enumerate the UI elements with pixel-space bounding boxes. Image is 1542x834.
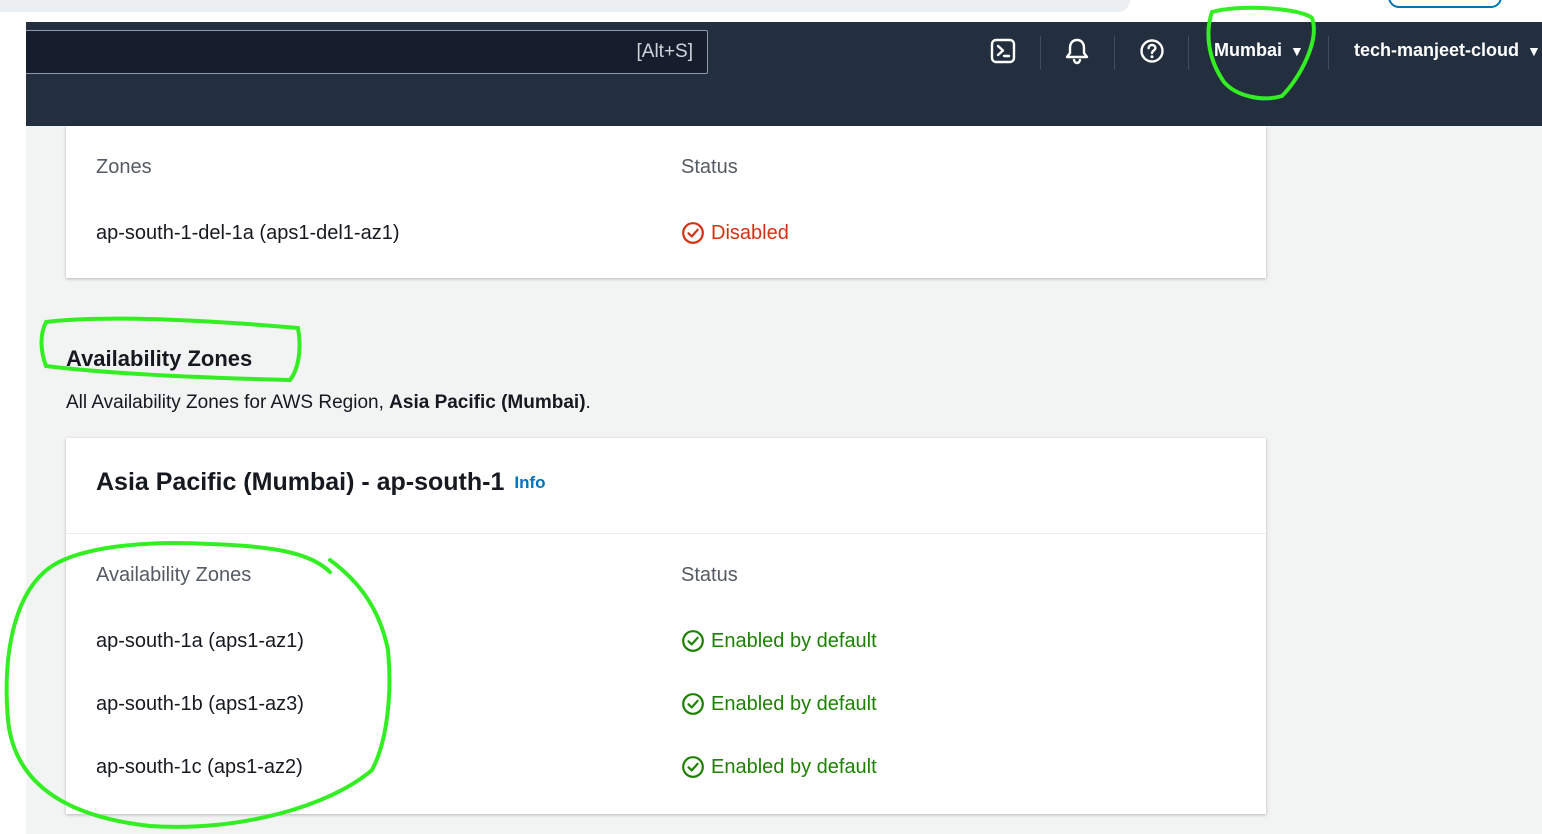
- account-menu[interactable]: tech-manjeet-cloud ▼: [1354, 40, 1541, 61]
- status-badge: Enabled by default: [681, 692, 877, 716]
- column-header-zones: Zones: [96, 156, 152, 178]
- caret-down-icon: ▼: [1527, 42, 1541, 59]
- local-zones-panel: Zones Status ap-south-1-del-1a (aps1-del…: [66, 126, 1266, 278]
- section-description: All Availability Zones for AWS Region, A…: [66, 392, 591, 413]
- search-input[interactable]: [Alt+S]: [26, 30, 708, 74]
- status-text: Enabled by default: [711, 755, 877, 778]
- status-disabled-icon: [682, 222, 704, 244]
- status-text: Disabled: [711, 221, 789, 244]
- cloudshell-icon[interactable]: [988, 36, 1018, 66]
- status-badge: Disabled: [681, 221, 789, 245]
- panel-title: Asia Pacific (Mumbai) - ap-south-1 Info: [96, 468, 546, 496]
- browser-profile-button[interactable]: [1388, 0, 1502, 8]
- status-enabled-icon: [682, 756, 704, 778]
- column-header-status: Status: [681, 156, 738, 178]
- panel-header: Asia Pacific (Mumbai) - ap-south-1 Info: [66, 438, 1266, 534]
- column-header-status: Status: [681, 564, 738, 586]
- zone-name: ap-south-1-del-1a (aps1-del1-az1): [96, 222, 400, 244]
- browser-address-bar[interactable]: [0, 0, 1130, 12]
- bell-icon[interactable]: [1062, 36, 1092, 66]
- caret-down-icon: ▼: [1290, 42, 1304, 59]
- column-header-availability-zones: Availability Zones: [96, 564, 252, 586]
- search-shortcut-hint: [Alt+S]: [636, 41, 694, 62]
- nav-divider: [1040, 36, 1041, 70]
- left-gutter: [0, 22, 26, 834]
- zone-name: ap-south-1a (aps1-az1): [96, 630, 304, 652]
- status-text: Enabled by default: [711, 629, 877, 652]
- info-link[interactable]: Info: [514, 473, 545, 492]
- nav-divider: [1328, 36, 1329, 70]
- zone-name: ap-south-1c (aps1-az2): [96, 756, 303, 778]
- section-title: Availability Zones: [66, 346, 253, 371]
- region-selector[interactable]: Mumbai ▼: [1214, 40, 1304, 61]
- status-enabled-icon: [682, 630, 704, 652]
- region-name: Asia Pacific (Mumbai): [389, 392, 586, 413]
- nav-divider: [1188, 36, 1189, 70]
- aws-top-navigation: [Alt+S] Mumbai ▼ tech-manjeet-cloud ▼: [26, 22, 1542, 126]
- zone-name: ap-south-1b (aps1-az3): [96, 693, 304, 715]
- browser-chrome-strip: [0, 0, 1542, 22]
- account-label: tech-manjeet-cloud: [1354, 40, 1520, 60]
- status-badge: Enabled by default: [681, 629, 877, 653]
- nav-divider: [1114, 36, 1115, 70]
- help-icon[interactable]: [1137, 36, 1167, 66]
- status-enabled-icon: [682, 693, 704, 715]
- status-badge: Enabled by default: [681, 755, 877, 779]
- status-text: Enabled by default: [711, 692, 877, 715]
- availability-zones-panel: Asia Pacific (Mumbai) - ap-south-1 Info A…: [66, 438, 1266, 814]
- region-label: Mumbai: [1214, 40, 1283, 60]
